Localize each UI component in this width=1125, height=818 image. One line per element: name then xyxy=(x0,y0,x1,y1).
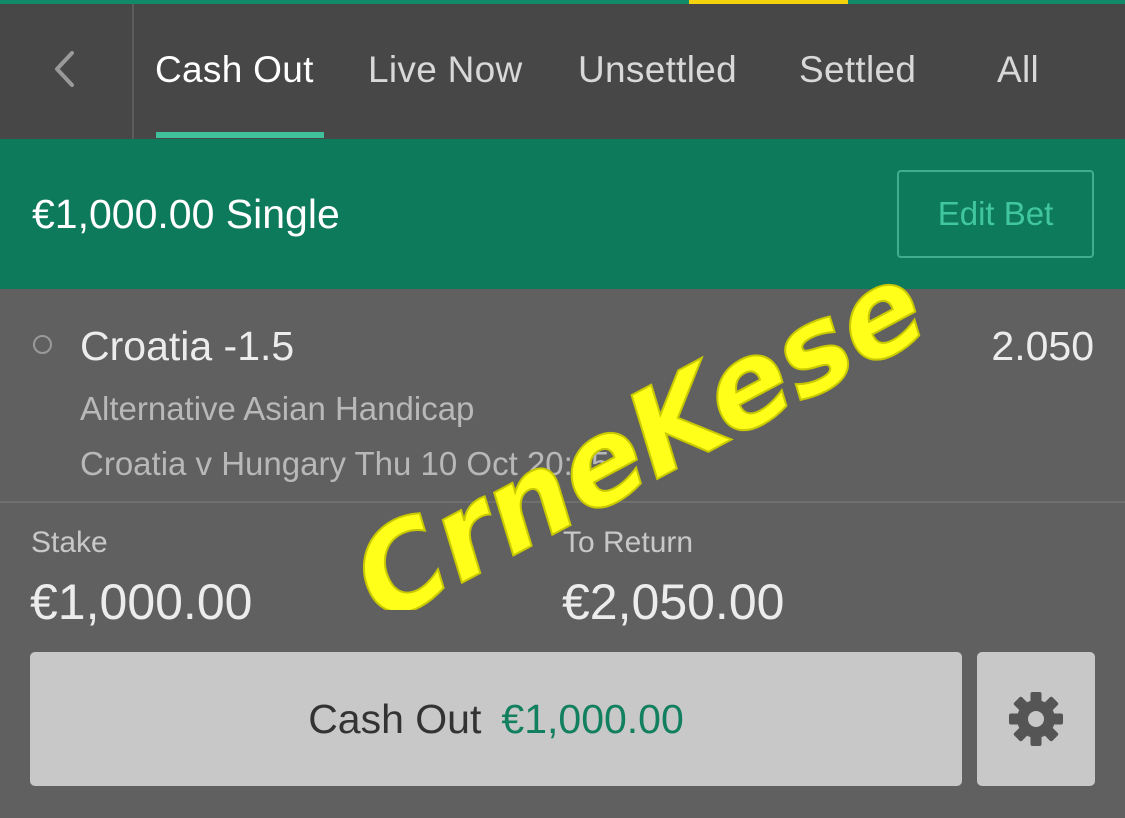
cash-out-button[interactable]: Cash Out €1,000.00 xyxy=(30,652,962,786)
selection-odds: 2.050 xyxy=(991,323,1094,369)
active-tab-indicator xyxy=(156,132,324,138)
back-button[interactable] xyxy=(0,4,134,139)
return-label: To Return xyxy=(563,526,694,559)
bet-header: €1,000.00 Single Edit Bet xyxy=(0,139,1125,289)
selection-event: Croatia v Hungary Thu 10 Oct 20:45 xyxy=(80,445,610,482)
tab-unsettled[interactable]: Unsettled xyxy=(578,4,737,139)
chevron-left-icon xyxy=(55,50,74,87)
bet-history-nav: Cash Out Live Now Unsettled Settled All xyxy=(0,4,1125,139)
gear-icon xyxy=(1009,692,1063,746)
tab-all[interactable]: All xyxy=(997,4,1039,139)
return-value: €2,050.00 xyxy=(562,574,785,630)
cash-out-button-amount: €1,000.00 xyxy=(501,695,684,742)
stake-label: Stake xyxy=(31,526,108,559)
tab-settled[interactable]: Settled xyxy=(799,4,916,139)
cash-out-button-label: Cash Out xyxy=(308,695,482,742)
tab-live-now[interactable]: Live Now xyxy=(368,4,523,139)
edit-bet-button[interactable]: Edit Bet xyxy=(897,170,1094,258)
bet-selection: Croatia -1.5 2.050 Alternative Asian Han… xyxy=(0,289,1125,503)
tab-cash-out[interactable]: Cash Out xyxy=(155,4,314,139)
selection-radio[interactable] xyxy=(33,335,52,354)
selection-name: Croatia -1.5 xyxy=(80,323,295,369)
cash-out-settings-button[interactable] xyxy=(977,652,1095,786)
bet-title: €1,000.00 Single xyxy=(32,191,340,237)
selection-market: Alternative Asian Handicap xyxy=(80,390,475,427)
stake-value: €1,000.00 xyxy=(30,574,253,630)
